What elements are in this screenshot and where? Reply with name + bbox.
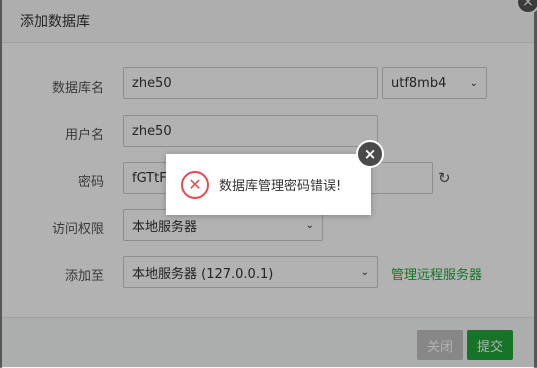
alert-close-icon[interactable]: × [356,140,384,168]
alert-message: 数据库管理密码错误! [219,179,342,194]
error-x-icon: ✕ [181,170,209,199]
error-alert: ✕ 数据库管理密码错误! × [166,140,384,215]
